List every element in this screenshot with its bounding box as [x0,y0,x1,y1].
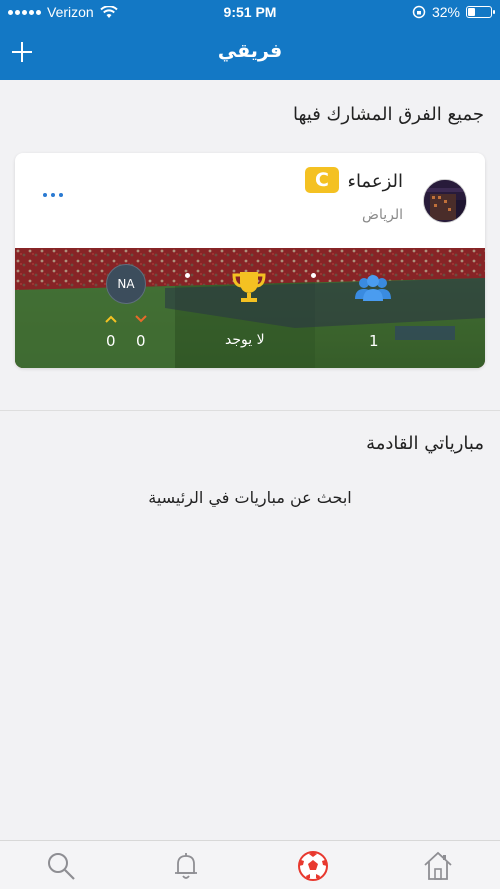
battery-percent: 32% [431,4,460,20]
tab-my-team[interactable] [296,849,330,883]
team-card[interactable]: الزعماء C الرياض 1 لا يوجد NA 0 0 [15,153,485,368]
football-icon [298,851,328,881]
users-icon [355,275,391,301]
trophy-icon [232,272,266,302]
nav-bar: فريقي [0,26,500,80]
captain-badge: C [305,167,339,193]
search-icon [48,853,75,880]
page-title: فريقي [217,40,283,62]
team-name: الزعماء [347,171,403,192]
battery-icon [466,6,495,18]
losses-count: 0 [136,332,146,350]
section-divider [0,410,500,411]
stadium-background [15,248,485,368]
more-options-button[interactable] [41,187,65,203]
tab-bar [0,840,500,889]
matches-section-title: مبارياتي القادمة [366,433,484,454]
team-city: الرياض [362,207,403,223]
trophies-text: لا يوجد [225,332,265,348]
tab-home[interactable] [421,849,455,883]
status-right: 32% [412,4,495,20]
rating-value: NA [117,277,135,291]
ellipsis-icon [43,193,47,197]
team-stats-banner: 1 لا يوجد NA 0 0 [15,248,485,368]
teams-section-title: جميع الفرق المشارك فيها [293,104,484,125]
bell-icon [175,853,197,879]
matches-empty-text: ابحث عن مباريات في الرئيسية [148,488,352,507]
tab-notifications[interactable] [169,849,203,883]
wins-count: 0 [106,332,116,350]
separator-dot [185,273,190,278]
players-count: 1 [369,332,379,350]
chevron-down-icon [135,315,147,323]
tab-search[interactable] [44,849,78,883]
home-icon [424,851,452,880]
orientation-lock-icon [412,5,426,19]
team-avatar [423,179,467,223]
chevron-up-icon [105,315,117,323]
rating-badge: NA [106,264,146,304]
status-bar: Verizon 9:51 PM 32% [0,0,500,26]
separator-dot [311,273,316,278]
